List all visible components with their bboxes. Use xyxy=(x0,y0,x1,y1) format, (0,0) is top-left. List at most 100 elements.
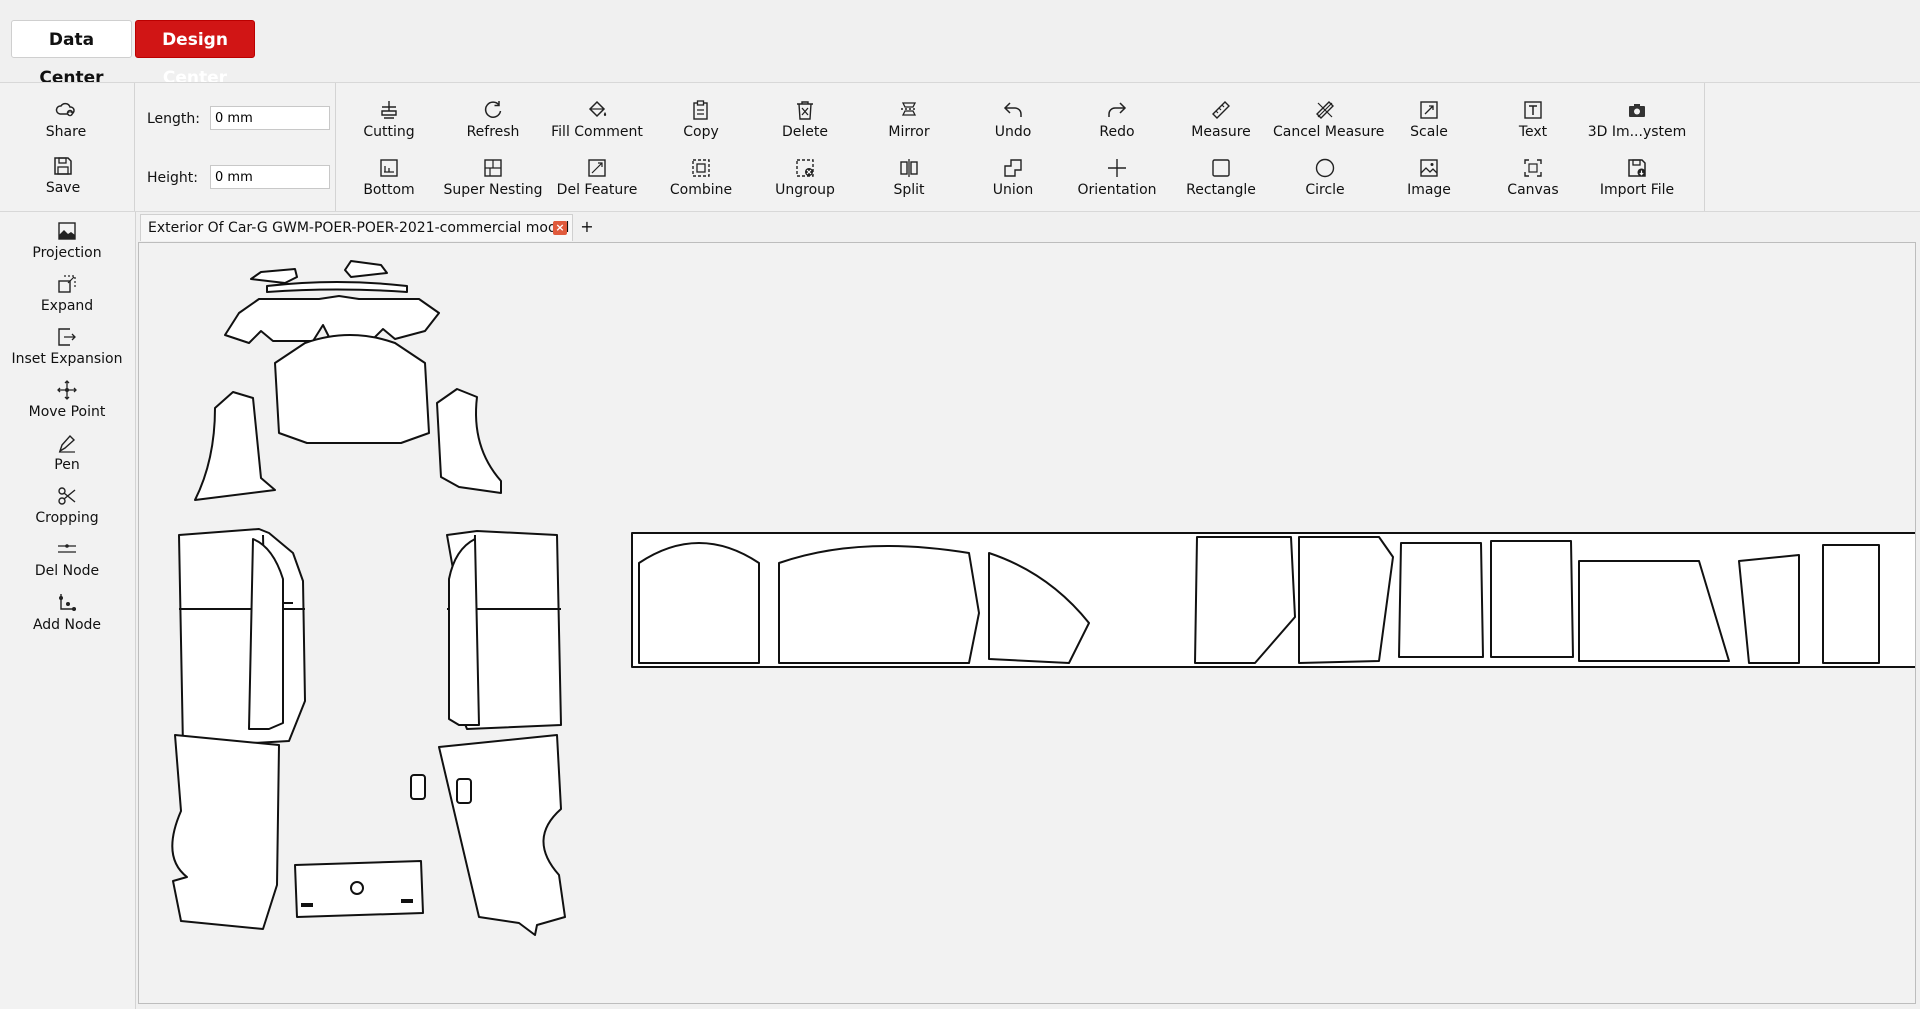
text-label: Text xyxy=(1518,124,1548,140)
del-node-tool[interactable]: Del Node xyxy=(0,538,134,586)
save-icon xyxy=(54,157,72,175)
pattern-piece[interactable] xyxy=(436,388,502,494)
pattern-piece[interactable] xyxy=(638,542,760,664)
pattern-piece[interactable] xyxy=(274,334,430,444)
length-input[interactable] xyxy=(210,106,330,130)
union-icon xyxy=(1004,159,1022,177)
projection-tool[interactable]: Projection xyxy=(0,220,134,268)
tab-document[interactable]: Exterior Of Car-G GWM-POER-POER-2021-com… xyxy=(140,214,573,241)
cutting-button[interactable]: Cutting xyxy=(337,97,441,145)
measure-button[interactable]: Measure xyxy=(1169,97,1273,145)
fill-comment-button[interactable]: Fill Comment xyxy=(545,97,649,145)
pattern-piece[interactable] xyxy=(1490,540,1574,658)
pattern-piece[interactable] xyxy=(1822,544,1880,664)
canvas-button[interactable]: Canvas xyxy=(1481,155,1585,203)
share-button[interactable]: Share xyxy=(14,97,118,145)
import-file-button[interactable]: Import File xyxy=(1585,155,1689,203)
refresh-icon xyxy=(484,101,502,118)
pattern-piece[interactable] xyxy=(194,391,276,501)
pattern-piece[interactable] xyxy=(456,778,472,804)
design-canvas[interactable] xyxy=(138,242,1916,1004)
mirror-label: Mirror xyxy=(888,124,930,140)
add-node-tool[interactable]: Add Node xyxy=(0,592,134,640)
cancel-ruler-icon xyxy=(1316,101,1334,119)
close-icon[interactable]: × xyxy=(553,221,567,235)
image-icon xyxy=(1420,159,1438,177)
circle-label: Circle xyxy=(1305,182,1345,198)
bottom-button[interactable]: Bottom xyxy=(337,155,441,203)
expand-tool[interactable]: Expand xyxy=(0,273,134,321)
scale-button[interactable]: Scale xyxy=(1377,97,1481,145)
side-parts-strip[interactable] xyxy=(631,532,1915,668)
top-nav: Data Center Design Center xyxy=(0,0,1920,88)
split-label: Split xyxy=(893,182,925,198)
split-button[interactable]: Split xyxy=(857,155,961,203)
text-button[interactable]: Text xyxy=(1481,97,1585,145)
pattern-piece[interactable] xyxy=(438,734,566,936)
ungroup-label: Ungroup xyxy=(775,182,835,198)
image-label: Image xyxy=(1407,182,1451,198)
share-label: Share xyxy=(45,124,87,140)
orientation-button[interactable]: Orientation xyxy=(1065,155,1169,203)
cropping-tool[interactable]: Cropping xyxy=(0,485,134,533)
pattern-piece[interactable] xyxy=(778,545,980,664)
add-tab-button[interactable]: + xyxy=(574,214,600,241)
orientation-label: Orientation xyxy=(1077,182,1157,198)
union-button[interactable]: Union xyxy=(961,155,1065,203)
pattern-piece[interactable] xyxy=(178,528,306,748)
del-feature-button[interactable]: Del Feature xyxy=(545,155,649,203)
ruler-icon xyxy=(1212,101,1230,119)
combine-button[interactable]: Combine xyxy=(649,155,753,203)
length-label: Length: xyxy=(147,111,201,127)
pattern-piece[interactable] xyxy=(1738,554,1800,664)
toolbar: Share Save Length: Height: Cutting Refre… xyxy=(0,82,1920,212)
pattern-piece[interactable] xyxy=(250,268,298,284)
design-center-button[interactable]: Design Center xyxy=(135,20,255,88)
undo-label: Undo xyxy=(994,124,1032,140)
fill-comment-label: Fill Comment xyxy=(551,124,643,140)
pattern-piece[interactable] xyxy=(266,281,408,293)
paint-bucket-icon xyxy=(588,100,607,118)
redo-button[interactable]: Redo xyxy=(1065,97,1169,145)
undo-button[interactable]: Undo xyxy=(961,97,1065,145)
image-button[interactable]: Image xyxy=(1377,155,1481,203)
pattern-piece[interactable] xyxy=(171,734,280,930)
copy-button[interactable]: Copy xyxy=(649,97,753,145)
bottom-label: Bottom xyxy=(363,182,415,198)
pattern-piece[interactable] xyxy=(448,538,480,726)
pattern-piece[interactable] xyxy=(350,881,364,895)
move-point-tool[interactable]: Move Point xyxy=(0,379,134,427)
share-icon xyxy=(55,102,75,117)
ungroup-button[interactable]: Ungroup xyxy=(753,155,857,203)
pen-tool[interactable]: Pen xyxy=(0,432,134,480)
redo-icon xyxy=(1108,102,1127,117)
circle-button[interactable]: Circle xyxy=(1273,155,1377,203)
refresh-button[interactable]: Refresh xyxy=(441,97,545,145)
height-input[interactable] xyxy=(210,165,330,189)
cancel-measure-button[interactable]: Cancel Measure xyxy=(1273,97,1385,145)
add-node-label: Add Node xyxy=(32,617,102,633)
delete-button[interactable]: Delete xyxy=(753,97,857,145)
pattern-drawing[interactable] xyxy=(139,243,1915,1003)
circle-icon xyxy=(1315,158,1335,178)
pattern-piece[interactable] xyxy=(1398,542,1484,658)
front-parts-group[interactable] xyxy=(171,260,566,936)
combine-icon xyxy=(692,159,710,177)
cancel-measure-label: Cancel Measure xyxy=(1273,124,1385,140)
projection-icon xyxy=(58,222,76,240)
save-button[interactable]: Save xyxy=(11,153,115,201)
import-file-label: Import File xyxy=(1599,182,1675,198)
mirror-button[interactable]: Mirror xyxy=(857,97,961,145)
rectangle-button[interactable]: Rectangle xyxy=(1169,155,1273,203)
pattern-piece[interactable] xyxy=(410,774,426,800)
data-center-button[interactable]: Data Center xyxy=(11,20,132,88)
3d-import-button[interactable]: 3D Im...ystem xyxy=(1585,97,1689,145)
pattern-piece[interactable] xyxy=(1298,536,1394,664)
inset-expansion-tool[interactable]: Inset Expansion xyxy=(0,326,134,374)
dimension-fields: Length: Height: xyxy=(135,83,336,211)
super-nesting-button[interactable]: Super Nesting xyxy=(441,155,545,203)
pattern-piece[interactable] xyxy=(248,538,284,730)
inset-expansion-label: Inset Expansion xyxy=(11,351,123,367)
pattern-piece[interactable] xyxy=(344,260,388,278)
slot-mark xyxy=(301,903,313,907)
